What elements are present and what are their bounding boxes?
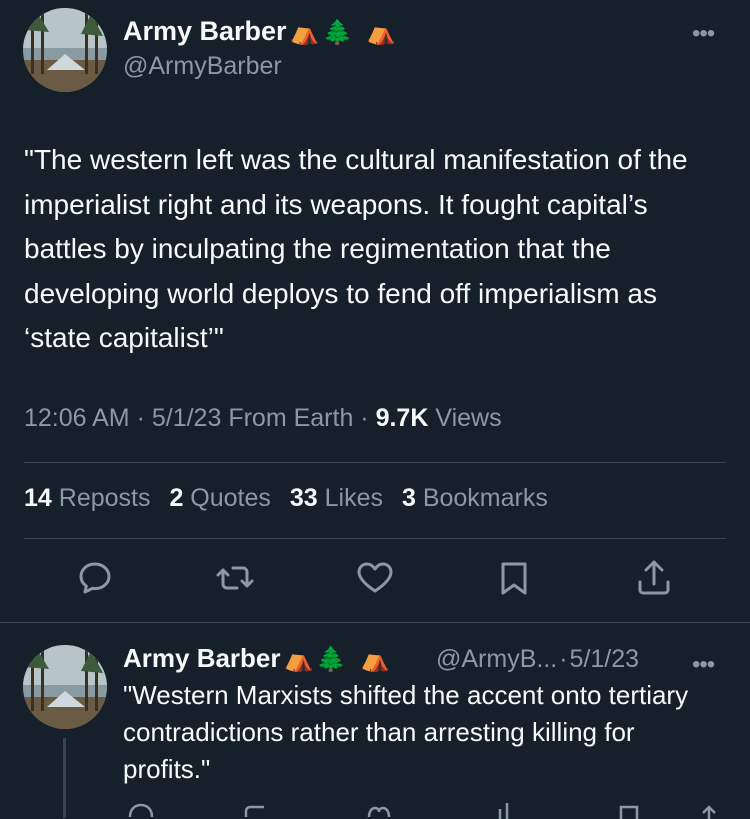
tree-emoji: 🌲 [316, 645, 347, 673]
repost-button[interactable] [213, 556, 257, 600]
tweet-date[interactable]: 5/1/23 [152, 404, 222, 432]
bookmark-icon[interactable] [614, 799, 644, 819]
reply-icon [79, 562, 111, 594]
share-button[interactable] [632, 556, 676, 600]
author-handle[interactable]: @ArmyBarber [123, 52, 282, 81]
tent-emoji: ⛺ [289, 18, 320, 46]
bookmarks-stat[interactable]: 3 Bookmarks [402, 484, 548, 513]
reply-action-bar [120, 799, 720, 819]
views-icon[interactable] [492, 799, 522, 819]
engagement-stats: 14 Reposts 2 Quotes 33 Likes 3 Bookmarks [24, 484, 560, 513]
tweet-meta: 12:06 AM · 5/1/23 From Earth · 9.7K View… [24, 404, 502, 432]
views-label: Views [435, 404, 502, 432]
reply-button[interactable] [73, 556, 117, 600]
tweet-text: "Western Marxists shifted the accent ont… [123, 680, 689, 784]
divider [24, 462, 726, 463]
tweet-time[interactable]: 12:06 AM [24, 404, 130, 432]
likes-stat[interactable]: 33 Likes [290, 484, 383, 513]
tent-emoji: ⛺ [283, 645, 314, 673]
like-icon [357, 562, 393, 593]
share-icon[interactable] [694, 799, 724, 819]
views-count: 9.7K [375, 404, 429, 432]
tweet-date[interactable]: 5/1/23 [570, 645, 640, 673]
like-icon[interactable] [364, 799, 394, 819]
tent-emoji: ⛺ [366, 18, 397, 46]
reposts-stat[interactable]: 14 Reposts [24, 484, 150, 513]
share-icon [638, 560, 670, 595]
author-display-name[interactable]: Army Barber ⛺ 🌲 ⛺ [123, 16, 396, 47]
repost-icon [216, 566, 254, 590]
reply-icon[interactable] [126, 799, 156, 819]
bookmark-icon [501, 562, 527, 595]
author-handle[interactable]: @ArmyB... [436, 645, 557, 673]
tweet-source: From Earth [228, 404, 354, 432]
reply-handle-date: @ArmyB...·5/1/23 [436, 645, 640, 673]
tweet-text: "The western left was the cultural manif… [24, 144, 688, 353]
repost-icon[interactable] [242, 799, 272, 819]
like-button[interactable] [353, 556, 397, 600]
author-display-name[interactable]: Army Barber ⛺ 🌲 ⛺ [123, 643, 390, 674]
quotes-stat[interactable]: 2 Quotes [169, 484, 270, 513]
thread-line [63, 738, 66, 818]
reply-tweet[interactable]: Army Barber ⛺ 🌲 ⛺ @ArmyB...·5/1/23 ••• "Wes… [0, 623, 750, 819]
tree-emoji: 🌲 [322, 18, 353, 46]
avatar[interactable] [23, 8, 107, 92]
bookmark-button[interactable] [492, 556, 536, 600]
tent-emoji: ⛺ [360, 645, 391, 673]
more-options-button[interactable]: ••• [692, 22, 715, 46]
avatar[interactable] [23, 645, 107, 729]
main-tweet: Army Barber ⛺ 🌲 ⛺ @ArmyBarber ••• "The west… [0, 0, 750, 622]
divider [24, 538, 726, 539]
more-options-button[interactable]: ••• [692, 653, 715, 677]
